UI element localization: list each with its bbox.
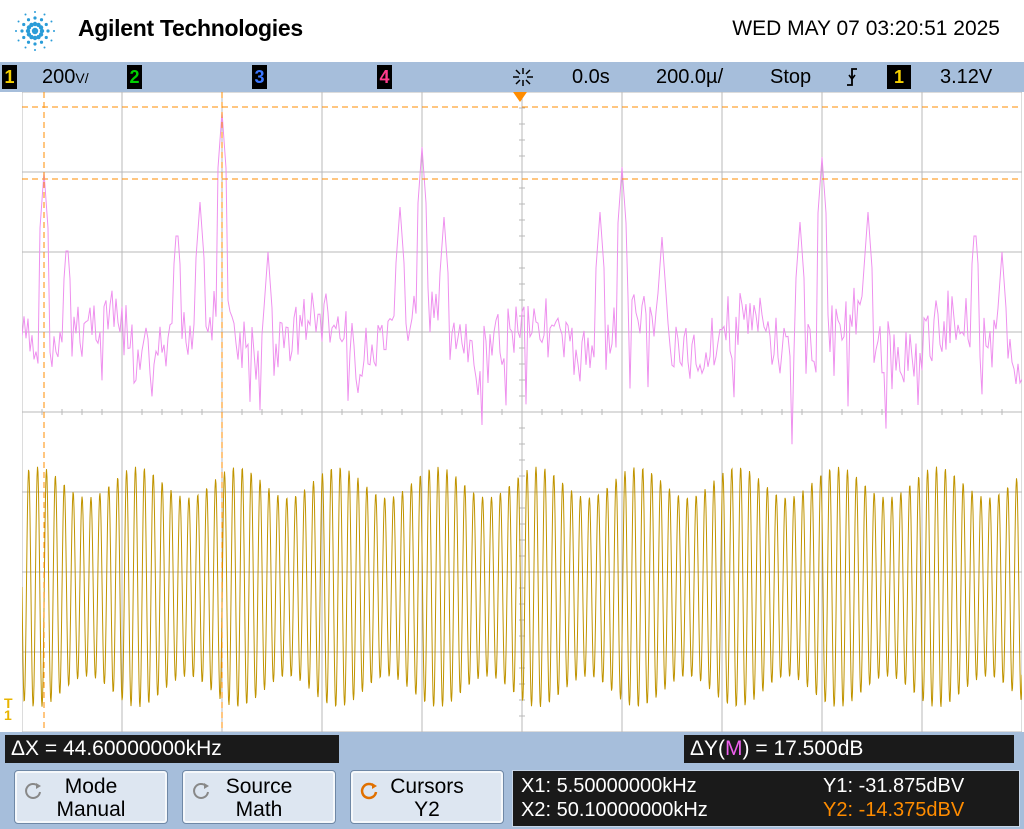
ch1-indicator[interactable]: 1 [2,65,17,89]
cursors-softkey-label: Cursors [390,775,464,798]
header-bar: Agilent Technologies WED MAY 07 03:20:51… [0,0,1024,62]
trigger-spark-icon [513,68,533,86]
ch1-scale[interactable]: 200V/ [42,65,89,90]
waveform-display[interactable] [22,92,1022,732]
cursor-readout-panel: X1: 5.50000000kHz X2: 50.10000000kHz Y1:… [512,770,1020,827]
source-softkey[interactable]: Source Math [182,770,336,824]
cursors-softkey[interactable]: Cursors Y2 [350,770,504,824]
cursor-x1: X1: 5.50000000kHz [521,775,697,797]
time-delay[interactable]: 0.0s [572,65,610,89]
mode-softkey-value: Manual [56,798,126,821]
run-state[interactable]: Stop [770,65,811,89]
measurement-bar: ΔX = 44.60000000kHz ΔY(M) = 17.500dB [0,732,1024,766]
source-softkey-value: Math [235,798,283,821]
cursor-y1: Y1: -31.875dBV [823,775,965,797]
trigger-level[interactable]: 3.12V [940,65,992,89]
cursors-softkey-value: Y2 [414,798,440,821]
ch1-ground-marker[interactable]: T1 [4,696,13,722]
waveform-canvas[interactable] [22,92,1022,732]
ch2-indicator[interactable]: 2 [127,65,142,89]
softkey-bar: Mode Manual Source Math Cursors Y2 X1: 5… [0,766,1024,829]
ch3-indicator[interactable]: 3 [252,65,267,89]
mode-softkey-label: Mode [64,775,118,798]
time-scale[interactable]: 200.0µ/ [656,65,723,89]
trigger-source[interactable]: 1 [887,65,911,89]
delta-y-readout: ΔY(M) = 17.500dB [684,735,1014,763]
cursor-y2: Y2: -14.375dBV [823,799,965,821]
agilent-spark-icon [15,11,55,51]
cursor-x2: X2: 50.10000000kHz [521,799,708,821]
ch1-unit: V/ [75,70,89,86]
source-softkey-label: Source [225,775,293,798]
mode-softkey[interactable]: Mode Manual [14,770,168,824]
delta-x-readout: ΔX = 44.60000000kHz [5,735,339,763]
brand-title: Agilent Technologies [78,15,303,41]
datetime-display: WED MAY 07 03:20:51 2025 [732,17,1000,40]
delta-y-source: M [725,737,743,760]
ch4-indicator[interactable]: 4 [377,65,392,89]
trigger-position-marker [513,92,527,102]
falling-edge-icon [847,68,857,86]
channel-status-bar: 1 200V/ 2 3 4 0.0s 200.0µ/ Stop 1 3.12V [0,62,1024,92]
